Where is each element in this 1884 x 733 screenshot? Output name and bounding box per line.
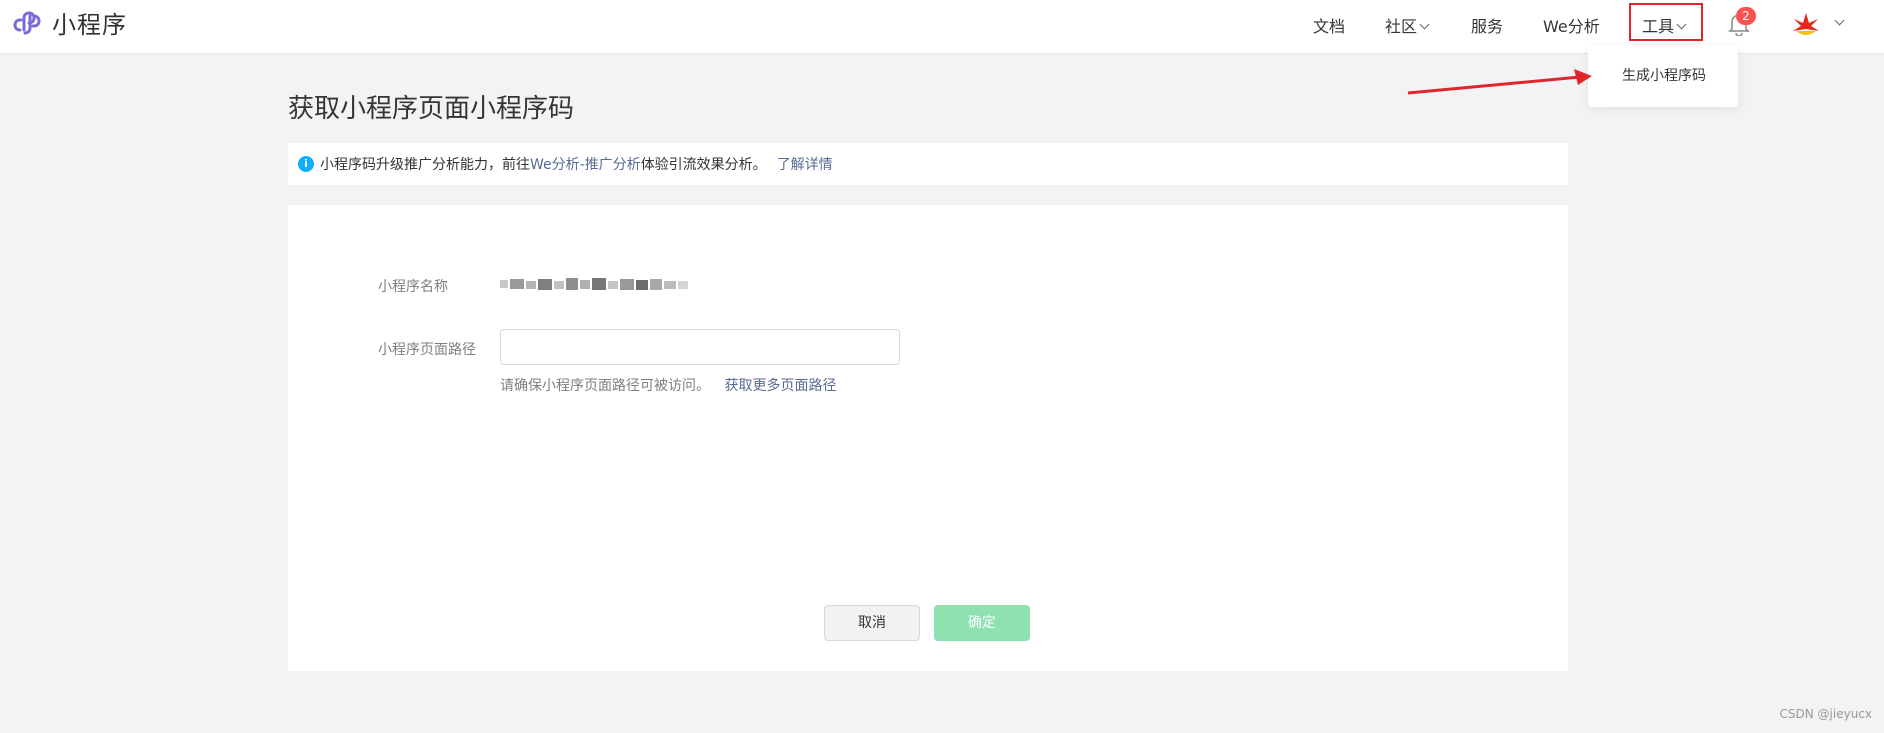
path-hint-text: 请确保小程序页面路径可被访问。 bbox=[500, 378, 710, 394]
app-name: 小程序 bbox=[52, 11, 127, 39]
we-analytics-link[interactable]: We分析-推广分析 bbox=[530, 154, 641, 174]
tools-dropdown-menu: 生成小程序码 bbox=[1588, 45, 1738, 107]
name-label: 小程序名称 bbox=[378, 279, 448, 295]
miniprogram-logo-icon bbox=[13, 10, 41, 34]
blurred-app-name bbox=[500, 278, 688, 290]
more-paths-link[interactable]: 获取更多页面路径 bbox=[724, 378, 836, 394]
avatar[interactable] bbox=[1790, 9, 1822, 41]
notice-text-before: 小程序码升级推广分析能力，前往 bbox=[320, 157, 530, 173]
chevron-down-icon bbox=[1419, 19, 1430, 30]
info-notice: i 小程序码升级推广分析能力，前往 We分析-推广分析 体验引流效果分析。 了解… bbox=[288, 143, 1568, 185]
learn-more-link[interactable]: 了解详情 bbox=[777, 154, 833, 174]
chevron-down-icon[interactable] bbox=[1834, 15, 1845, 26]
nav-we-analytics[interactable]: We分析 bbox=[1543, 13, 1600, 37]
annotation-arrow-icon bbox=[1407, 69, 1592, 95]
logo[interactable]: 小程序 bbox=[10, 5, 127, 40]
info-icon: i bbox=[298, 156, 314, 172]
confirm-button[interactable]: 确定 bbox=[934, 605, 1030, 641]
notification-badge: 2 bbox=[1736, 7, 1756, 25]
nav-docs[interactable]: 文档 bbox=[1313, 13, 1345, 37]
tools-highlight-box bbox=[1629, 3, 1703, 41]
nav-community[interactable]: 社区 bbox=[1385, 13, 1430, 37]
nav-services[interactable]: 服务 bbox=[1471, 13, 1503, 37]
form-card bbox=[288, 205, 1568, 671]
notice-text-after: 体验引流效果分析。 bbox=[640, 157, 767, 173]
nav-community-label: 社区 bbox=[1385, 17, 1418, 36]
page-title: 获取小程序页面小程序码 bbox=[288, 94, 575, 124]
page-path-input[interactable] bbox=[500, 329, 900, 365]
path-hint: 请确保小程序页面路径可被访问。 获取更多页面路径 bbox=[500, 375, 836, 395]
path-label: 小程序页面路径 bbox=[378, 342, 476, 358]
watermark: CSDN @jieyucx bbox=[1779, 707, 1872, 721]
menu-item-generate-code[interactable]: 生成小程序码 bbox=[1622, 65, 1706, 85]
cancel-button[interactable]: 取消 bbox=[824, 605, 920, 641]
